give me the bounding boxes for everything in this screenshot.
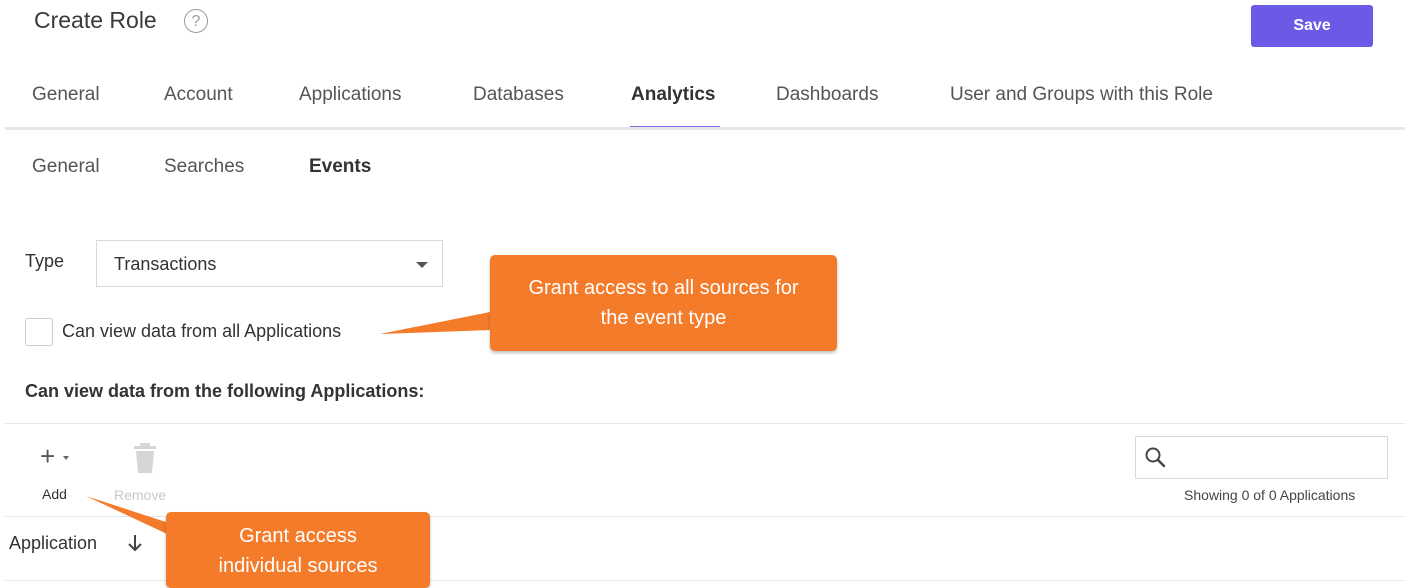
tab-analytics[interactable]: Analytics [631, 84, 715, 106]
type-select[interactable]: Transactions [96, 240, 443, 287]
subtab-general[interactable]: General [32, 156, 100, 178]
all-applications-checkbox[interactable] [25, 318, 53, 346]
all-applications-label[interactable]: Can view data from all Applications [62, 321, 341, 342]
remove-button-label: Remove [114, 487, 167, 503]
showing-count: Showing 0 of 0 Applications [1184, 487, 1356, 503]
search-input[interactable] [1135, 436, 1388, 479]
callout-all-sources: Grant access to all sources for the even… [490, 255, 837, 351]
search-icon [1145, 447, 1166, 468]
callout-individual-sources: Grant access individual sources [166, 512, 430, 588]
callout-all-sources-line1: Grant access to all sources for [528, 277, 799, 299]
applications-section-label: Can view data from the following Applica… [25, 381, 425, 401]
callout-individual-line2: individual sources [218, 555, 378, 577]
tab-general[interactable]: General [32, 84, 100, 106]
caret-down-icon[interactable] [63, 456, 69, 460]
tab-applications[interactable]: Applications [299, 84, 401, 106]
help-icon[interactable]: ? [184, 9, 208, 33]
tab-users-groups[interactable]: User and Groups with this Role [950, 84, 1213, 106]
column-header-application[interactable]: Application [9, 533, 97, 554]
add-icon[interactable]: + [40, 443, 55, 469]
tab-databases[interactable]: Databases [473, 84, 564, 106]
add-button-label[interactable]: Add [42, 486, 67, 502]
callout-all-sources-line2: the event type [600, 307, 727, 329]
subtab-searches[interactable]: Searches [164, 156, 244, 178]
subtab-events[interactable]: Events [309, 156, 371, 178]
main-tabs: General Account Applications Databases A… [0, 74, 1411, 130]
tab-dashboards[interactable]: Dashboards [776, 84, 878, 106]
callout-pointer-all-sources [380, 312, 492, 334]
trash-icon [134, 443, 156, 473]
save-button[interactable]: Save [1251, 5, 1373, 47]
tabs-divider [5, 127, 1405, 130]
tab-account[interactable]: Account [164, 84, 233, 106]
chevron-down-icon [416, 262, 428, 268]
type-select-value: Transactions [114, 254, 217, 274]
page-title: Create Role [34, 7, 157, 33]
section-divider [5, 423, 1405, 424]
type-label: Type [25, 251, 65, 271]
callout-individual-line1: Grant access [239, 525, 357, 547]
sort-down-icon[interactable] [126, 532, 144, 554]
